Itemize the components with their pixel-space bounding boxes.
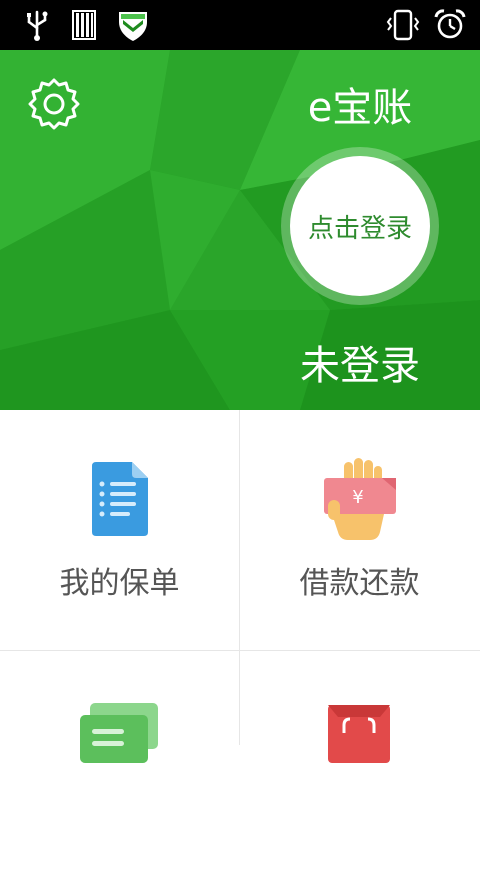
loan-repay-icon: ¥ (324, 458, 396, 540)
menu-item-label: 我的保单 (59, 566, 180, 601)
shopping-bag-icon (328, 705, 390, 763)
vibrate-icon (386, 9, 420, 41)
menu-item-my-policies[interactable]: 我的保单 (0, 410, 239, 650)
settings-button[interactable] (26, 76, 82, 132)
app-title: e宝账 (307, 85, 413, 131)
menu-item-label: 借款还款 (299, 566, 420, 601)
menu-item-messages[interactable] (0, 651, 239, 891)
login-status-text: 未登录 (300, 343, 420, 389)
security-shield-icon (119, 12, 147, 41)
policy-document-icon (92, 462, 148, 536)
svg-text:¥: ¥ (352, 487, 363, 508)
sim-card-icon (72, 10, 96, 40)
login-button[interactable]: 点击登录 (290, 156, 430, 296)
login-button-label: 点击登录 (307, 213, 412, 244)
chat-messages-icon (80, 703, 158, 763)
usb-icon (27, 10, 48, 41)
account-header: e宝账 点击登录 未登录 (0, 50, 480, 410)
gear-icon (28, 78, 80, 130)
menu-item-shop[interactable] (240, 651, 479, 891)
menu-grid: 我的保单 ¥ 借款还款 (0, 410, 480, 763)
menu-item-loan-repayment[interactable]: ¥ 借款还款 (240, 410, 479, 650)
alarm-icon (434, 9, 466, 39)
status-bar (0, 0, 480, 50)
